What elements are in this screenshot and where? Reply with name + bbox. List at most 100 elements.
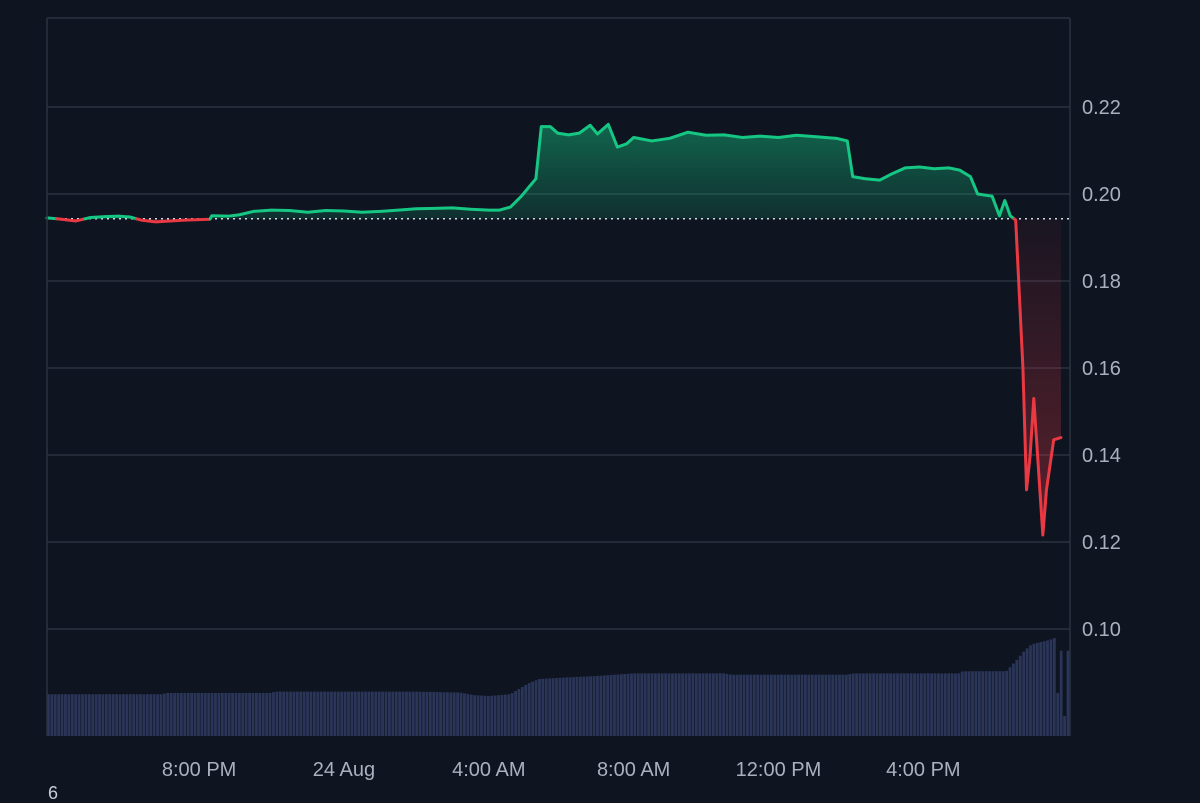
- volume-bar: [118, 694, 122, 736]
- volume-bar: [517, 688, 521, 736]
- volume-bar: [278, 691, 282, 736]
- volume-bar: [701, 673, 705, 736]
- volume-bar: [507, 694, 511, 736]
- volume-bar: [234, 692, 238, 736]
- volume-bar: [718, 673, 722, 736]
- volume-bar: [1042, 641, 1046, 736]
- volume-bar: [896, 673, 899, 736]
- volume-bar: [1005, 670, 1009, 736]
- volume-bar: [971, 671, 974, 736]
- volume-bar: [555, 677, 558, 736]
- volume-bar: [954, 673, 957, 736]
- volume-bar: [892, 673, 896, 736]
- volume-bar: [125, 694, 129, 736]
- volume-bar: [490, 695, 494, 736]
- volume-bar: [514, 691, 517, 736]
- volume-bar: [1039, 642, 1043, 736]
- volume-bar: [445, 692, 449, 736]
- volume-bar: [602, 675, 606, 736]
- volume-bar: [145, 694, 149, 736]
- volume-bar: [295, 691, 299, 736]
- volume-bar: [964, 671, 968, 736]
- volume-bar: [578, 676, 582, 736]
- volume-bar: [408, 691, 412, 736]
- volume-bar: [834, 674, 838, 736]
- volume-bar: [786, 674, 790, 736]
- volume-bar: [480, 695, 483, 736]
- volume-bar: [797, 674, 801, 736]
- volume-bar: [589, 676, 592, 736]
- volume-bar: [98, 694, 101, 736]
- volume-bar: [691, 673, 695, 736]
- volume-bar: [671, 673, 674, 736]
- volume-bar: [923, 673, 927, 736]
- volume-bar: [77, 694, 81, 736]
- volume-bar: [957, 673, 961, 736]
- volume-bar: [531, 681, 535, 736]
- volume-bar: [821, 674, 824, 736]
- volume-bar: [831, 674, 835, 736]
- volume-bar: [312, 691, 316, 736]
- volume-bar: [906, 673, 910, 736]
- volume-bar: [722, 673, 725, 736]
- volume-bar: [251, 692, 255, 736]
- y-tick-label: 0.10: [1082, 619, 1121, 641]
- volume-bar: [128, 694, 132, 736]
- volume-bar: [282, 691, 286, 736]
- volume-bar: [817, 674, 821, 736]
- volume-bar: [1012, 663, 1015, 736]
- volume-bar: [773, 674, 777, 736]
- volume-bar: [74, 694, 78, 736]
- price-chart[interactable]: 0.10 0.12 0.14 0.16 0.18 0.20 0.22 8:00 PM 24 Au…: [0, 0, 1200, 800]
- volume-bar: [967, 671, 971, 736]
- volume-bar: [763, 674, 766, 736]
- volume-bar: [827, 674, 831, 736]
- volume-bar: [401, 691, 405, 736]
- volume-bar: [81, 694, 84, 736]
- volume-bar: [742, 674, 746, 736]
- volume-bar: [87, 694, 91, 736]
- volume-bar: [285, 691, 289, 736]
- volume-bar: [50, 694, 54, 736]
- volume-bar: [524, 684, 528, 736]
- volume-bar: [122, 694, 125, 736]
- volume-bar: [183, 692, 187, 736]
- volume-bar: [933, 673, 937, 736]
- volume-bar: [667, 673, 671, 736]
- volume-bar: [493, 695, 497, 736]
- volume-bar: [166, 692, 170, 736]
- volume-bar: [486, 695, 490, 736]
- volume-bar: [156, 694, 159, 736]
- volume-bar: [94, 694, 98, 736]
- volume-bar: [527, 683, 531, 736]
- volume-bar: [1066, 650, 1070, 736]
- x-tick-label: 8:00 PM: [162, 759, 236, 781]
- volume-bar: [500, 694, 504, 736]
- volume-bar: [231, 692, 234, 736]
- volume-bar: [139, 694, 142, 736]
- volume-bar: [855, 673, 858, 736]
- volume-bar: [203, 692, 207, 736]
- volume-bar: [510, 693, 514, 736]
- volume-bar: [940, 673, 944, 736]
- volume-bar: [640, 673, 644, 736]
- volume-bar: [1059, 650, 1063, 736]
- volume-bar: [1018, 655, 1022, 736]
- volume-bar: [909, 673, 913, 736]
- y-tick-label: 0.14: [1082, 445, 1121, 467]
- volume-bar: [435, 692, 439, 736]
- volume-bar: [868, 673, 872, 736]
- volume-bar: [650, 673, 654, 736]
- volume-bar: [960, 671, 964, 736]
- volume-bar: [162, 693, 166, 736]
- volume-bar: [725, 673, 729, 736]
- volume-bar: [326, 691, 330, 736]
- volume-bar: [858, 673, 862, 736]
- volume-bar: [937, 673, 940, 736]
- volume-bar: [626, 673, 630, 736]
- volume-bar: [381, 691, 384, 736]
- volume-bar: [255, 692, 258, 736]
- volume-bar: [991, 671, 995, 736]
- volume-bar: [575, 676, 579, 736]
- volume-bar: [660, 673, 664, 736]
